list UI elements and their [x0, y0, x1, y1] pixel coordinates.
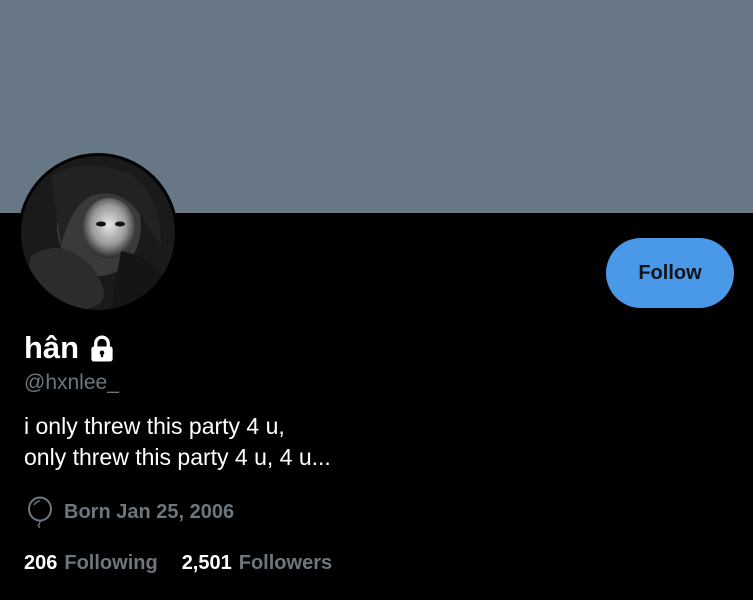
avatar[interactable] [18, 153, 178, 313]
bio-line: only threw this party 4 u, 4 u... [24, 444, 331, 470]
balloon-icon [26, 496, 54, 529]
follow-stats: 206 Following 2,501 Followers [24, 552, 356, 575]
following-label: Following [64, 552, 158, 574]
following-count: 206 [24, 552, 58, 574]
followers-count: 2,501 [181, 552, 232, 574]
birth-date-row: Born Jan 25, 2006 [26, 496, 235, 529]
avatar-photo [21, 156, 175, 310]
display-name: hân [24, 330, 80, 365]
bio-line: i only threw this party 4 u, [24, 413, 285, 439]
followers-label: Followers [238, 552, 333, 574]
following-link[interactable]: 206 Following [24, 552, 158, 575]
profile-bio: i only threw this party 4 u, only threw … [24, 411, 331, 473]
profile-name-row: hân [24, 330, 117, 366]
followers-link[interactable]: 2,501 Followers [182, 552, 332, 575]
follow-button[interactable]: Follow [606, 238, 734, 308]
lock-icon [87, 334, 117, 364]
profile-handle: @hxnlee_ [24, 371, 119, 394]
birth-date-text: Born Jan 25, 2006 [64, 500, 235, 523]
